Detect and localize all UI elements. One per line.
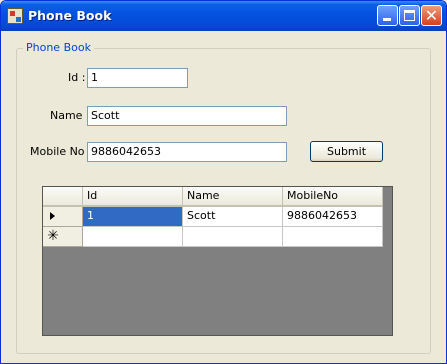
cell-mobileno[interactable]: 9886042653 [283, 207, 383, 227]
groupbox-title: Phone Book [23, 41, 94, 54]
grid-corner-header[interactable] [43, 187, 83, 207]
app-icon[interactable] [7, 8, 23, 24]
current-row-arrow-icon [50, 212, 55, 220]
name-label: Name : [50, 109, 90, 122]
main-window: Phone Book ✕ Phone Book Id : 1 Name : Sc… [0, 0, 447, 364]
row-header-new[interactable]: ✳ [43, 227, 83, 247]
id-label: Id : [68, 71, 86, 84]
phone-book-grid[interactable]: Id Name MobileNo 1 Scott 9886042653 ✳ [42, 186, 393, 336]
id-field[interactable]: 1 [87, 68, 188, 88]
title-bar[interactable]: Phone Book ✕ [1, 1, 446, 31]
window-title: Phone Book [28, 8, 112, 23]
minimize-icon [383, 18, 391, 21]
new-row-cell-name[interactable] [183, 227, 283, 247]
new-row-cell-id[interactable] [83, 227, 183, 247]
minimize-button[interactable] [377, 5, 398, 26]
column-header-mobileno[interactable]: MobileNo [283, 187, 383, 207]
close-button[interactable]: ✕ [421, 5, 442, 26]
cell-id[interactable]: 1 [83, 207, 183, 227]
submit-button[interactable]: Submit [310, 141, 383, 162]
maximize-button[interactable] [399, 5, 420, 26]
cell-name[interactable]: Scott [183, 207, 283, 227]
mobile-label: Mobile No : [30, 145, 92, 158]
column-header-name[interactable]: Name [183, 187, 283, 207]
mobile-field[interactable]: 9886042653 [87, 142, 287, 162]
row-header-current[interactable] [43, 207, 83, 227]
column-header-id[interactable]: Id [83, 187, 183, 207]
new-row-cell-mobileno[interactable] [283, 227, 383, 247]
new-row-asterisk-icon: ✳ [47, 228, 59, 244]
close-icon: ✕ [424, 6, 439, 25]
maximize-icon [404, 10, 415, 21]
name-field[interactable]: Scott [87, 106, 287, 126]
